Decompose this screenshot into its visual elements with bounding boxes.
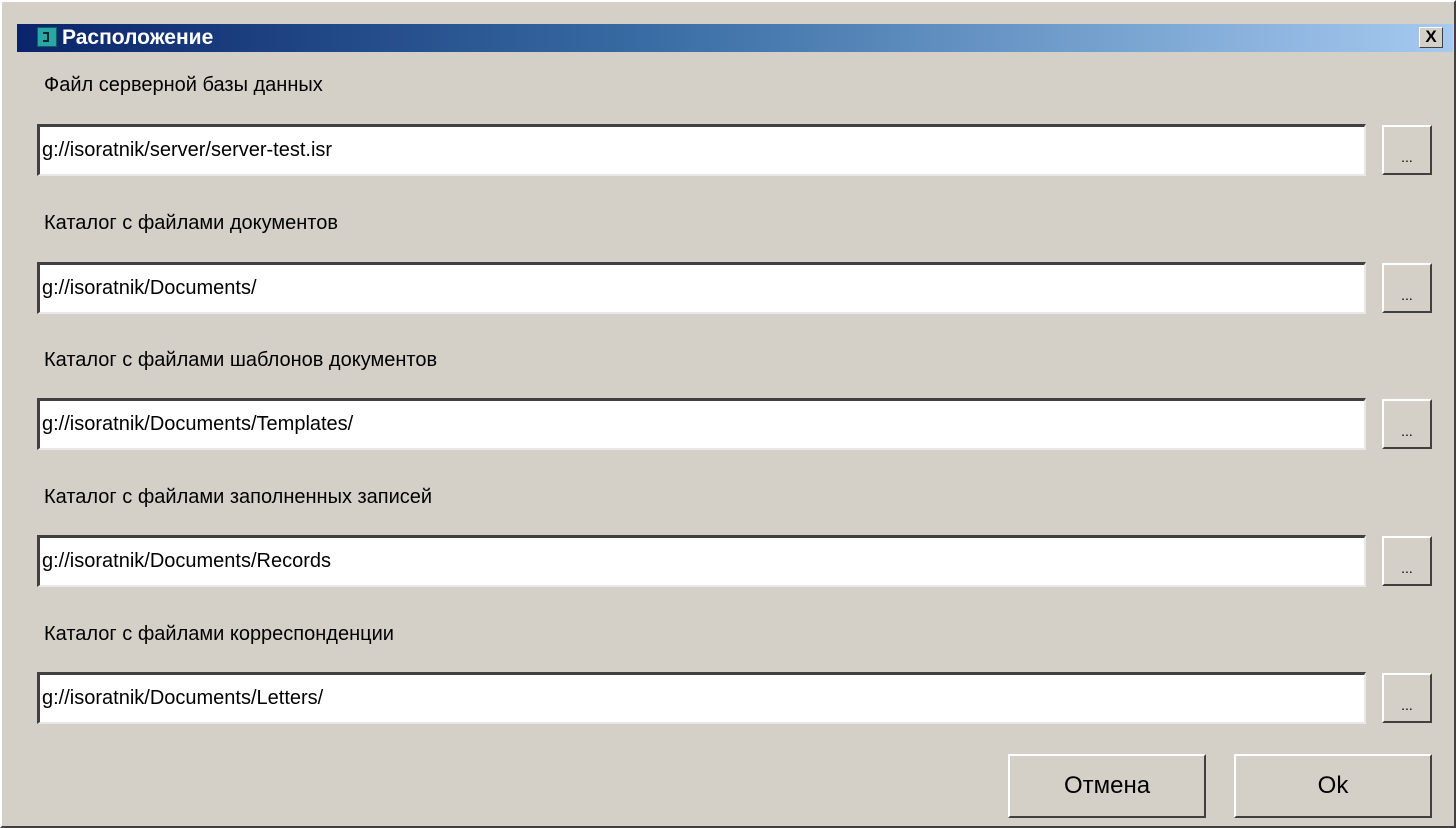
close-button[interactable]: X (1419, 27, 1443, 48)
title-bar[interactable]: Расположение X (17, 24, 1453, 52)
templates-folder-browse-button[interactable]: ... (1382, 399, 1432, 449)
records-folder-browse-button[interactable]: ... (1382, 536, 1432, 586)
app-icon (37, 27, 57, 47)
records-folder-label: Каталог с файлами заполненных записей (44, 486, 433, 508)
documents-folder-input[interactable] (37, 262, 1366, 314)
server-db-file-browse-button[interactable]: ... (1382, 125, 1432, 175)
documents-folder-label: Каталог с файлами документов (44, 212, 338, 234)
letters-folder-browse-button[interactable]: ... (1382, 673, 1432, 723)
templates-folder-input[interactable] (37, 398, 1366, 450)
records-folder-input[interactable] (37, 535, 1366, 587)
window-title: Расположение (62, 26, 214, 49)
letters-folder-input[interactable] (37, 672, 1366, 724)
templates-folder-label: Каталог с файлами шаблонов документов (44, 349, 438, 371)
ok-button[interactable]: Ok (1234, 754, 1432, 818)
server-db-file-input[interactable] (37, 124, 1366, 176)
letters-folder-label: Каталог с файлами корреспонденции (44, 623, 394, 645)
server-db-file-label: Файл серверной базы данных (44, 74, 323, 96)
cancel-button[interactable]: Отмена (1008, 754, 1206, 818)
documents-folder-browse-button[interactable]: ... (1382, 263, 1432, 313)
location-dialog: Расположение X Файл серверной базы данны… (0, 0, 1456, 828)
